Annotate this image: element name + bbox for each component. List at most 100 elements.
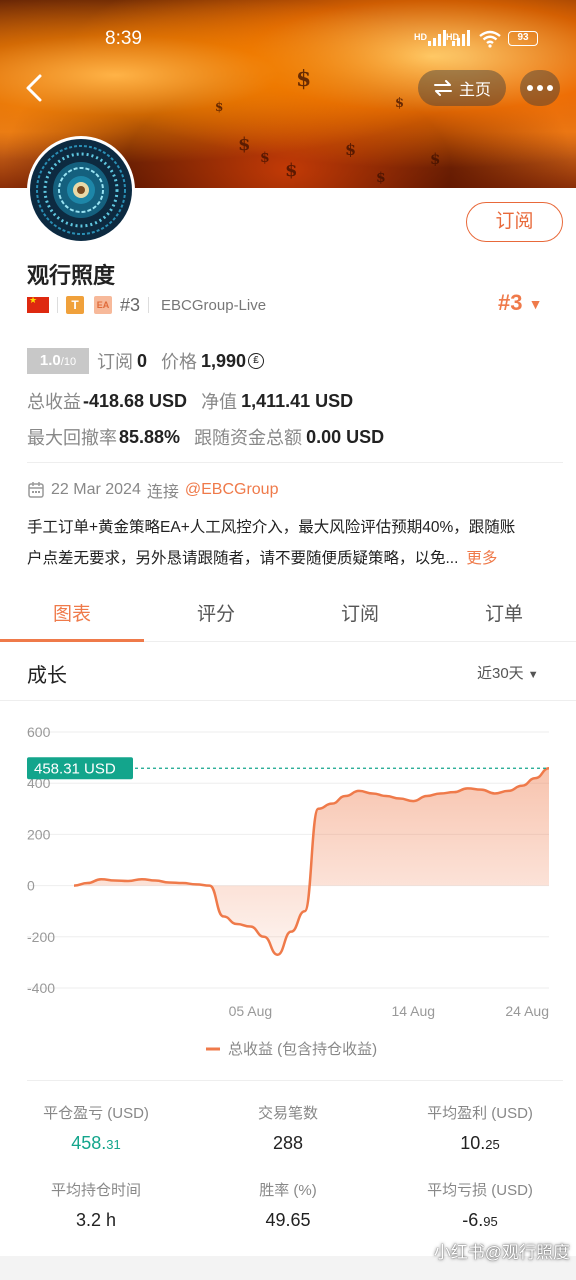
trader-badge: T — [66, 296, 84, 314]
summary-value: 3.2 h — [75, 1210, 117, 1230]
subscribers-value: 0 — [137, 350, 148, 371]
summary-value: 10.25 — [460, 1133, 500, 1153]
dollar-icon: $ — [260, 150, 270, 166]
summary-value: 288 — [272, 1133, 304, 1153]
range-label: 近30天 — [477, 665, 524, 682]
subscribers-label: 订阅 — [97, 352, 133, 372]
summary-label: 交易笔数 — [257, 1105, 318, 1122]
y-tick-label: 600 — [27, 724, 51, 740]
swap-icon — [433, 80, 452, 96]
summary-label: 平均持仓时间 — [50, 1182, 141, 1199]
price-value: 1,990 — [201, 350, 247, 371]
meta-row: 22 Mar 2024 连接 @EBCGroup — [27, 478, 278, 502]
divider — [148, 297, 150, 313]
growth-chart[interactable]: 6004002000-200-40005 Aug 14 Aug 24 Aug 458… — [0, 700, 576, 1080]
summary-value: -6.95 — [462, 1210, 498, 1230]
max-drawdown-value: 85.88% — [119, 426, 181, 447]
network-label: HD — [414, 32, 427, 42]
dollar-icon: $ — [296, 66, 312, 92]
start-date: 22 Mar 2024 — [51, 481, 141, 498]
summary-cell: 平均亏损 (USD) -6.95 — [384, 1179, 576, 1231]
follow-funds-label: 跟随资金总额 — [194, 428, 303, 448]
dot-icon — [527, 85, 533, 91]
total-profit-label: 总收益 — [27, 392, 81, 412]
tab-bar: 图表 评分 订阅 订单 — [0, 596, 576, 642]
signal-icon — [452, 30, 474, 46]
dot-icon — [537, 85, 543, 91]
tab-chart[interactable]: 图表 — [0, 596, 144, 642]
current-value-tag: 458.31 USD — [27, 757, 133, 780]
growth-title: 成长 — [27, 665, 67, 687]
dollar-icon: $ — [345, 140, 357, 159]
trader-name: 观行照度 — [27, 263, 116, 288]
summary-cell: 交易笔数 288 — [192, 1102, 384, 1154]
ea-badge: EA — [94, 296, 112, 314]
x-tick-label: 05 Aug — [229, 1003, 273, 1019]
battery-icon: 93 — [508, 31, 538, 46]
dollar-icon: $ — [215, 100, 224, 114]
connect-label: 连接 — [146, 484, 179, 501]
mandala-avatar-image — [31, 140, 131, 240]
current-value-label: 458.31 USD — [34, 760, 116, 777]
coin-icon: ₤ — [248, 353, 265, 369]
avatar[interactable] — [27, 136, 135, 244]
dot-icon — [547, 85, 553, 91]
description-line-2: 户点差无要求，另外恳请跟随者，请不要随便质疑策略，以免... 更多 — [27, 550, 498, 567]
stats-row-2: 总收益 -418.68 USD 净值 1,411.41 USD — [27, 388, 353, 414]
legend-label: 总收益 (包含持仓收益) — [228, 1041, 377, 1058]
rank-dropdown[interactable]: #3 ▼ — [498, 290, 542, 316]
x-tick-label: 14 Aug — [391, 1003, 435, 1019]
description-line: 手工订单+黄金策略EA+人工风控介入，最大风险评估预期40%，跟随账 — [27, 519, 516, 536]
subscribe-button[interactable]: 订阅 — [466, 202, 563, 242]
summary-value: 458.31 — [71, 1133, 121, 1153]
summary-label: 平均亏损 (USD) — [427, 1182, 533, 1199]
max-drawdown-label: 最大回撤率 — [27, 428, 117, 448]
stats-row-3: 最大回撤率 85.88% 跟随资金总额 0.00 USD — [27, 424, 384, 450]
range-dropdown[interactable]: 近30天 ▼ — [477, 662, 539, 683]
summary-cell: 胜率 (%) 49.65 — [192, 1179, 384, 1231]
price-label: 价格 — [161, 352, 198, 372]
caret-down-icon: ▼ — [527, 669, 539, 681]
total-profit-value: -418.68 USD — [83, 390, 188, 411]
follow-funds-value: 0.00 USD — [306, 426, 385, 447]
summary-value: 49.65 — [265, 1210, 311, 1230]
watermark: 小红书@观行照度 — [433, 1243, 570, 1262]
broker-group: EBCGroup-Live — [161, 296, 267, 314]
status-time: 8:39 — [105, 28, 142, 49]
dollar-icon: $ — [238, 134, 251, 155]
calendar-icon — [28, 482, 44, 498]
home-button[interactable]: 主页 — [418, 70, 506, 106]
summary-label: 平均盈利 (USD) — [427, 1105, 533, 1122]
dollar-icon: $ — [395, 96, 405, 111]
net-value-label: 净值 — [201, 392, 238, 412]
chevron-left-icon — [26, 74, 42, 102]
dollar-icon: $ — [430, 150, 441, 168]
summary-label: 平仓盈亏 (USD) — [43, 1105, 149, 1122]
summary-label: 胜率 (%) — [259, 1182, 317, 1199]
summary-cell: 平仓盈亏 (USD) 458.31 — [0, 1102, 192, 1154]
y-tick-label: 200 — [27, 826, 51, 842]
trader-tags: T EA #3 EBCGroup-Live — [27, 294, 266, 316]
y-tick-label: -200 — [27, 929, 55, 945]
x-tick-label: 24 Aug — [505, 1003, 549, 1019]
more-link[interactable]: 更多 — [466, 550, 497, 567]
caret-down-icon: ▼ — [528, 296, 543, 313]
back-button[interactable] — [20, 70, 50, 106]
rating-badge: 1.0/10 — [27, 348, 89, 374]
wifi-icon — [479, 30, 501, 48]
divider — [27, 462, 563, 463]
broker-link[interactable]: @EBCGroup — [185, 481, 279, 499]
rank-label: #3 — [120, 294, 141, 315]
divider — [27, 1080, 563, 1081]
summary-cell: 平均持仓时间 3.2 h — [0, 1179, 192, 1231]
home-label: 主页 — [458, 82, 491, 99]
tab-rating[interactable]: 评分 — [144, 596, 288, 641]
net-value-value: 1,411.41 USD — [241, 390, 354, 411]
tab-subscription[interactable]: 订阅 — [288, 596, 432, 641]
divider — [57, 297, 58, 313]
status-bar: 8:39 HD HD 93 — [0, 28, 576, 52]
tab-orders[interactable]: 订单 — [432, 596, 576, 641]
chart-legend: 总收益 (包含持仓收益) — [206, 1041, 377, 1058]
more-options-button[interactable] — [520, 70, 560, 106]
rank-value: #3 — [498, 290, 523, 315]
